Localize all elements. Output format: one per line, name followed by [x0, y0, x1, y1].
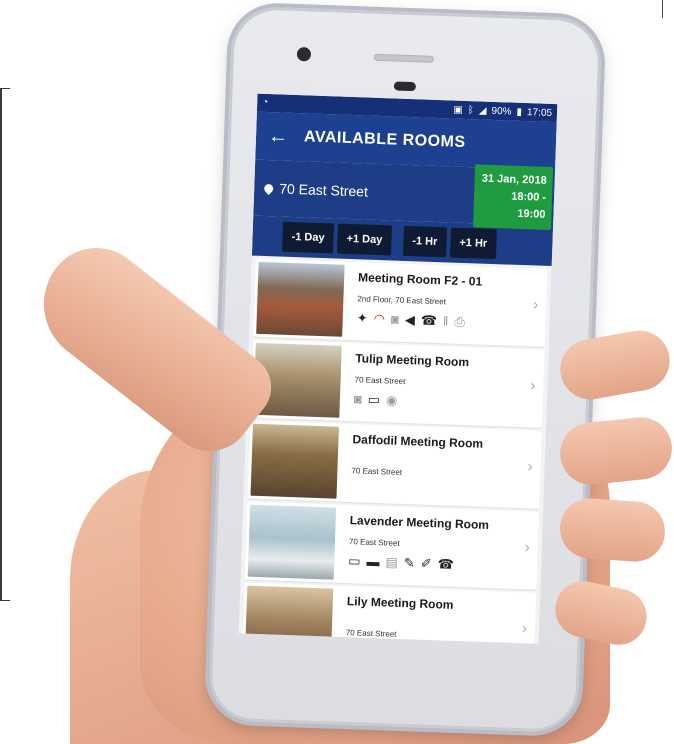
frame-line: [0, 88, 10, 89]
minus-hour-button[interactable]: -1 Hr: [402, 225, 447, 258]
page-title: AVAILABLE ROOMS: [303, 128, 466, 151]
frame-line: [0, 600, 10, 601]
minus-day-button[interactable]: -1 Day: [282, 221, 335, 254]
battery-icon: ▮: [516, 106, 523, 118]
location[interactable]: 70 East Street: [262, 180, 369, 200]
room-name: Tulip Meeting Room: [355, 351, 470, 370]
wifi-icon: ◠: [373, 310, 386, 327]
room-photo: [247, 504, 337, 580]
frame-line: [662, 0, 663, 18]
room-info: Lily Meeting Room 70 East Street: [345, 586, 537, 644]
amenity-icons: ◙ ▭ ◉: [353, 391, 543, 413]
room-address: 70 East Street: [348, 537, 400, 548]
booking-date: 31 Jan, 2018: [481, 172, 547, 187]
room-photo: [244, 585, 334, 644]
room-card[interactable]: Tulip Meeting Room 70 East Street ◙ ▭ ◉ …: [250, 339, 545, 428]
front-camera: [296, 47, 312, 62]
projector-icon: ◙: [390, 311, 400, 327]
room-name: Meeting Room F2 - 01: [357, 270, 483, 289]
room-name: Daffodil Meeting Room: [352, 432, 484, 451]
sim-icon: ▣: [453, 104, 464, 116]
room-info: Daffodil Meeting Room 70 East Street: [350, 424, 542, 509]
room-name: Lavender Meeting Room: [349, 513, 490, 533]
clock: 17:05: [526, 106, 553, 119]
room-address: 70 East Street: [345, 628, 397, 639]
stationery-icon: ✎: [403, 555, 416, 571]
video-conference-icon: ✦: [356, 310, 368, 326]
telephone-icon: ☎: [420, 312, 438, 329]
chevron-right-icon: ›: [527, 458, 533, 476]
booking-time: 18:00 - 19:00: [511, 190, 547, 221]
bluetooth-icon: ᛒ: [467, 104, 475, 116]
printer-icon: ⎙: [454, 313, 466, 330]
status-right: ▣ ᛒ ◢ 90% ▮ 17:05: [453, 104, 552, 118]
room-info: Tulip Meeting Room 70 East Street ◙ ▭ ◉: [353, 343, 545, 428]
room-card[interactable]: Meeting Room F2 - 01 2nd Floor, 70 East …: [253, 258, 548, 347]
display-icon: ▭: [367, 391, 381, 408]
room-info: Meeting Room F2 - 01 2nd Floor, 70 East …: [356, 262, 548, 347]
phone-screen: ◔ ▣ ᛒ ◢ 90% ▮ 17:05 ← AVAILABLE ROOMS 70…: [238, 93, 558, 644]
date-time-box[interactable]: 31 Jan, 2018 18:00 - 19:00: [473, 163, 554, 230]
projector-icon: ◙: [353, 391, 363, 407]
whatsapp-icon: ◔: [262, 96, 269, 109]
speaker-icon: ◀: [404, 311, 416, 328]
signal-icon: ◢: [478, 104, 487, 117]
proximity-sensor: [393, 81, 417, 92]
room-card[interactable]: Daffodil Meeting Room 70 East Street ›: [247, 420, 542, 509]
room-address: 70 East Street: [354, 375, 406, 387]
room-list: Meeting Room F2 - 01 2nd Floor, 70 East …: [239, 256, 552, 644]
chevron-right-icon: ›: [529, 377, 536, 395]
room-card[interactable]: Lily Meeting Room 70 East Street ›: [241, 582, 537, 644]
room-name: Lily Meeting Room: [346, 594, 454, 612]
chevron-right-icon: ›: [524, 539, 531, 557]
marker-icon: ✐: [420, 555, 432, 572]
plus-day-button[interactable]: +1 Day: [337, 223, 392, 256]
chevron-right-icon: ›: [532, 296, 539, 314]
hand-finger: [558, 496, 667, 564]
room-address: 70 East Street: [351, 466, 403, 477]
location-pin-icon: [262, 181, 276, 195]
plus-hour-button[interactable]: +1 Hr: [449, 227, 497, 260]
amenity-icons: ▭ ▬ ▤ ✎ ✐ ☎: [348, 553, 537, 575]
room-info: Lavender Meeting Room 70 East Street ▭ ▬…: [348, 505, 540, 590]
room-photo: [250, 423, 339, 499]
catering-icon: ǁ: [442, 313, 449, 329]
room-address: 2nd Floor, 70 East Street: [357, 294, 447, 307]
whiteboard-icon: ▤: [385, 554, 399, 570]
location-label: 70 East Street: [278, 180, 369, 200]
back-arrow-icon[interactable]: ←: [268, 125, 289, 149]
monitor-icon: ▭: [348, 553, 361, 569]
room-photo: [256, 261, 345, 337]
display-icon: ▬: [366, 553, 380, 570]
camera-icon: ◉: [385, 392, 398, 408]
frame-line: [0, 88, 2, 600]
battery-level: 90%: [491, 105, 512, 118]
earpiece-speaker: [373, 53, 434, 63]
telephone-icon: ☎: [437, 556, 455, 572]
chevron-right-icon: ›: [521, 620, 528, 638]
room-card[interactable]: Lavender Meeting Room 70 East Street ▭ ▬…: [244, 501, 540, 590]
amenity-icons: ✦ ◠ ◙ ◀ ☎ ǁ ⎙: [356, 310, 546, 332]
location-bar: 70 East Street 31 Jan, 2018 18:00 - 19:0…: [253, 159, 556, 230]
